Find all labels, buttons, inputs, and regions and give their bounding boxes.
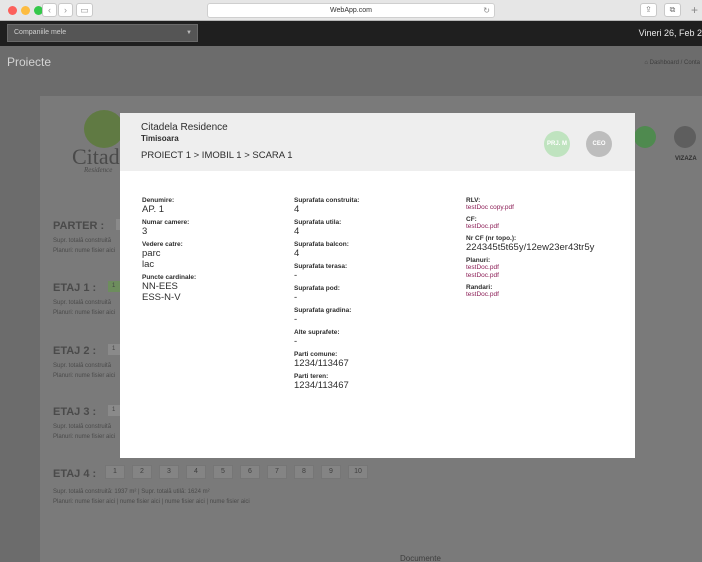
- suprafata-pod-field: Suprafata pod: -: [294, 285, 340, 303]
- apartment-chip[interactable]: 5: [213, 465, 233, 479]
- suprafata-construita-field: Suprafata construita: 4: [294, 197, 360, 215]
- tabs-icon[interactable]: ⧉: [664, 3, 681, 17]
- apartment-chip[interactable]: 1: [106, 343, 121, 357]
- denumire-field: Denumire: AP. 1: [142, 197, 175, 215]
- breadcrumb: ⌂ Dashboard / Conta: [644, 60, 700, 66]
- puncte-cardinale-field: Puncte cardinale: NN-EES ESS-N-V: [142, 274, 197, 303]
- sidebar-icon[interactable]: ▭: [76, 3, 93, 17]
- documents-section-label: Documente: [400, 554, 441, 562]
- vizaza-label: VIZAZA: [675, 156, 697, 162]
- nr-cf-field: Nr CF (nr topo.): 224345t5t65y/12ew23er4…: [466, 235, 595, 253]
- cf-field: CF: testDoc.pdf: [466, 216, 626, 231]
- reload-icon[interactable]: ↻: [483, 4, 490, 17]
- minimize-window-button[interactable]: [21, 6, 30, 15]
- share-icon[interactable]: ⇪: [640, 3, 657, 17]
- plan-document-link[interactable]: testDoc.pdf: [466, 272, 626, 280]
- company-selector[interactable]: Companiile mele ▼: [7, 24, 198, 42]
- modal-header: Citadela Residence Timisoara PROIECT 1 >…: [120, 113, 635, 171]
- floor-etaj-2: ETAJ 2 : 1 Supr. totală construită Planu…: [53, 341, 121, 379]
- apartment-chip[interactable]: 9: [321, 465, 341, 479]
- apartment-chip[interactable]: 3: [159, 465, 179, 479]
- randari-field: Randari: testDoc.pdf: [466, 284, 626, 299]
- documents-column: RLV: testDoc copy.pdf CF: testDoc.pdf Nr…: [466, 197, 626, 303]
- floor-etaj-1: ETAJ 1 : 1 Supr. totală construită Planu…: [53, 278, 121, 316]
- new-tab-icon[interactable]: +: [691, 4, 698, 16]
- apartment-chip[interactable]: 10: [348, 465, 368, 479]
- plan-document-link[interactable]: testDoc.pdf: [466, 264, 626, 272]
- vedere-field: Vedere catre: parc lac: [142, 241, 183, 270]
- unit-path: PROIECT 1 > IMOBIL 1 > SCARA 1: [141, 150, 293, 161]
- cf-document-link[interactable]: testDoc.pdf: [466, 223, 626, 231]
- current-date: Vineri 26, Feb 2: [638, 28, 702, 38]
- ceo-badge-bg: [674, 126, 696, 148]
- etaj-4-info: Supr. totală construită: 1937 m² | Supr.…: [53, 489, 250, 505]
- page-title: Proiecte: [7, 55, 52, 69]
- surfaces-column: Suprafata construita: 4 Suprafata utila:…: [294, 197, 454, 395]
- apartment-chip[interactable]: 6: [240, 465, 260, 479]
- home-icon: ⌂: [644, 60, 648, 66]
- close-window-button[interactable]: [8, 6, 17, 15]
- browser-toolbar: ‹ › ▭ WebApp.com ↻ ⇪ ⧉ +: [0, 0, 702, 21]
- planuri-field: Planuri: testDoc.pdf testDoc.pdf: [466, 257, 626, 280]
- forward-icon[interactable]: ›: [58, 3, 73, 17]
- project-name: Citadela Residence: [141, 122, 228, 133]
- floor-parter: PARTER : 1 Supr. totală construită Planu…: [53, 216, 129, 254]
- company-selector-value: Companiile mele: [14, 29, 67, 36]
- parti-teren-field: Parti teren: 1234/113467: [294, 373, 349, 391]
- randari-document-link[interactable]: testDoc.pdf: [466, 291, 626, 299]
- address-bar[interactable]: WebApp.com ↻: [207, 3, 495, 18]
- chevron-down-icon: ▼: [186, 30, 192, 36]
- rlv-field: RLV: testDoc copy.pdf: [466, 197, 626, 212]
- apartment-chip[interactable]: 1: [105, 465, 125, 479]
- floor-etaj-4: ETAJ 4 :: [53, 468, 97, 480]
- project-manager-badge[interactable]: PRJ. M: [544, 131, 570, 157]
- apartment-chip[interactable]: 4: [186, 465, 206, 479]
- app-header: Companiile mele ▼ Vineri 26, Feb 2: [0, 21, 702, 46]
- pm-badge-bg: [634, 126, 656, 148]
- apartment-chip[interactable]: 1: [106, 280, 121, 294]
- tree-logo-icon: [84, 110, 124, 148]
- url-text: WebApp.com: [330, 7, 372, 14]
- ceo-badge[interactable]: CEO: [586, 131, 612, 157]
- floor-etaj-3: ETAJ 3 : 1 Supr. totală construită Planu…: [53, 402, 121, 440]
- project-city: Timisoara: [141, 134, 179, 143]
- back-icon[interactable]: ‹: [42, 3, 57, 17]
- apartment-chip[interactable]: 1: [106, 404, 121, 418]
- suprafata-terasa-field: Suprafata terasa: -: [294, 263, 348, 281]
- apartment-chip[interactable]: 8: [294, 465, 314, 479]
- camere-field: Numar camere: 3: [142, 219, 190, 237]
- rlv-document-link[interactable]: testDoc copy.pdf: [466, 204, 626, 212]
- parti-comune-field: Parti comune: 1234/113467: [294, 351, 349, 369]
- alte-suprafete-field: Alte suprafete: -: [294, 329, 340, 347]
- breadcrumb-dashboard[interactable]: Dashboard: [650, 60, 679, 66]
- suprafata-gradina-field: Suprafata gradina: -: [294, 307, 352, 325]
- suprafata-balcon-field: Suprafata balcon: 4: [294, 241, 349, 259]
- general-info-column: Denumire: AP. 1 Numar camere: 3 Vedere c…: [142, 197, 282, 307]
- suprafata-utila-field: Suprafata utila: 4: [294, 219, 342, 237]
- apartment-details-modal: Citadela Residence Timisoara PROIECT 1 >…: [120, 113, 635, 458]
- apartment-chip[interactable]: 2: [132, 465, 152, 479]
- apartment-chip[interactable]: 7: [267, 465, 287, 479]
- breadcrumb-next[interactable]: Conta: [684, 60, 700, 66]
